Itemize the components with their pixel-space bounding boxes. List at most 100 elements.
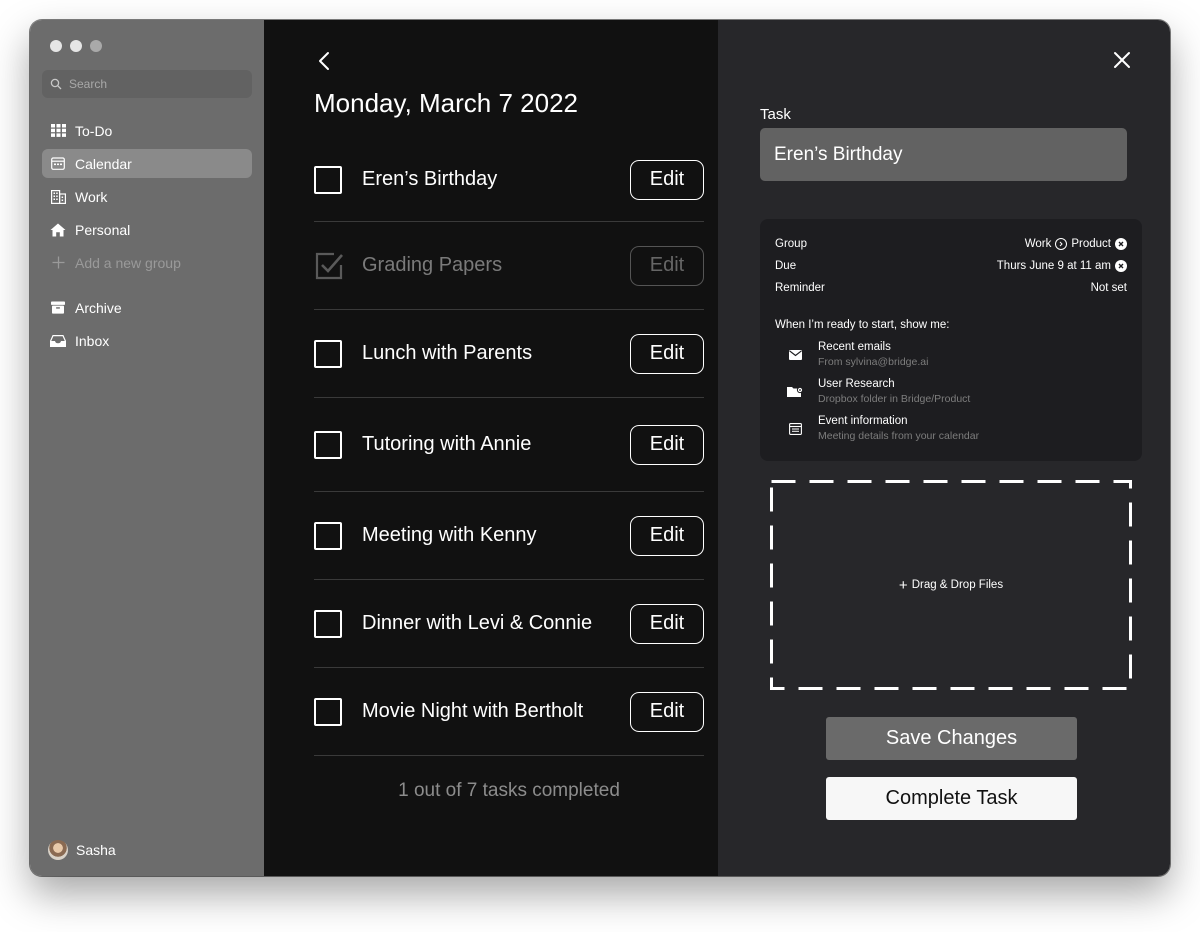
clear-due-icon[interactable] [1115, 260, 1127, 272]
file-drop-zone[interactable]: + Drag & Drop Files [770, 480, 1132, 690]
user-profile[interactable]: Sasha [48, 840, 116, 860]
user-name: Sasha [76, 842, 116, 858]
sidebar-item-label: Work [75, 188, 108, 205]
task-name: Eren’s Birthday [362, 168, 498, 190]
save-changes-button[interactable]: Save Changes [826, 717, 1077, 760]
sidebar-item-label: Calendar [75, 155, 132, 172]
sidebar-item-personal[interactable]: Personal [42, 215, 252, 244]
group-value: Work [1024, 238, 1052, 250]
task-row: Lunch with Parents Edit [314, 310, 704, 398]
resource-subtitle: Meeting details from your calendar [818, 430, 980, 442]
zoom-window-button[interactable] [90, 40, 102, 52]
task-row: Grading Papers Edit [314, 222, 704, 310]
drop-label: Drag & Drop Files [911, 579, 1004, 591]
home-icon [50, 222, 66, 238]
resource-subtitle: Dropbox folder in Bridge/Product [818, 393, 971, 405]
chevron-right-icon [1055, 238, 1068, 250]
group-sub-value: Product [1071, 238, 1111, 250]
task-name: Movie Night with Bertholt [362, 700, 584, 722]
search-input[interactable] [69, 77, 239, 91]
edit-task-button[interactable]: Edit [630, 603, 704, 644]
sidebar-item-inbox[interactable]: Inbox [42, 326, 252, 355]
task-checkbox[interactable] [314, 339, 342, 368]
sidebar-item-calendar[interactable]: Calendar [42, 149, 252, 178]
plus-icon [50, 255, 66, 271]
app-window: To-Do Calendar [30, 20, 1170, 876]
resources-heading: When I’m ready to start, show me: [775, 319, 950, 331]
search-box[interactable] [42, 70, 252, 98]
building-icon [50, 189, 66, 205]
sidebar-item-label: Archive [75, 299, 122, 316]
group-row: Group Work Product [775, 233, 1127, 255]
sidebar: To-Do Calendar [30, 20, 264, 876]
task-name: Dinner with Levi & Connie [362, 612, 593, 634]
inbox-icon [50, 333, 66, 349]
edit-task-button[interactable]: Edit [630, 691, 704, 732]
task-list-panel: Monday, March 7 2022 Eren’s Birthday Edi… [264, 20, 718, 876]
checked-checkbox-icon[interactable] [314, 251, 344, 281]
due-label: Due [775, 260, 797, 272]
task-checkbox[interactable] [314, 165, 342, 194]
task-row: Eren’s Birthday Edit [314, 138, 704, 222]
task-name: Meeting with Kenny [362, 524, 537, 546]
complete-task-button[interactable]: Complete Task [826, 777, 1077, 820]
close-window-button[interactable] [50, 40, 62, 52]
task-detail-panel: Task Group Work Product Due [718, 20, 1170, 876]
sidebar-item-label: Inbox [75, 332, 110, 349]
resource-title: Event information [818, 415, 908, 427]
task-checkbox[interactable] [314, 697, 342, 726]
task-name: Grading Papers [362, 254, 503, 276]
task-checkbox[interactable] [314, 609, 342, 638]
grid-icon [50, 123, 66, 139]
sidebar-item-label: Personal [75, 221, 131, 238]
task-checkbox[interactable] [314, 430, 342, 459]
task-list: Eren’s Birthday Edit Grading Papers Edit [314, 138, 704, 756]
task-row: Meeting with Kenny Edit [314, 492, 704, 580]
clear-group-icon[interactable] [1115, 238, 1127, 250]
edit-task-button[interactable]: Edit [630, 245, 704, 286]
archive-icon [50, 300, 66, 316]
task-row: Movie Night with Bertholt Edit [314, 668, 704, 756]
reminder-label: Reminder [775, 282, 825, 294]
task-name-input[interactable] [760, 128, 1127, 181]
avatar [48, 840, 68, 860]
mail-icon [787, 347, 803, 363]
window-controls [50, 40, 102, 52]
sidebar-nav: To-Do Calendar Work Personal Add a new g… [42, 116, 252, 359]
sidebar-item-label: To-Do [75, 122, 113, 139]
resource-subtitle: From sylvina@bridge.ai [818, 356, 929, 368]
sidebar-item-work[interactable]: Work [42, 182, 252, 211]
plus-icon: + [898, 576, 908, 594]
edit-task-button[interactable]: Edit [630, 333, 704, 374]
minimize-window-button[interactable] [70, 40, 82, 52]
resource-item[interactable]: Event information Meeting details from y… [787, 415, 1127, 442]
due-value[interactable]: Thurs June 9 at 11 am [997, 260, 1111, 272]
group-label: Group [775, 238, 807, 250]
calendar-icon [787, 421, 803, 437]
folder-icon [787, 384, 803, 400]
task-row: Dinner with Levi & Connie Edit [314, 580, 704, 668]
calendar-icon [50, 156, 66, 172]
sidebar-item-archive[interactable]: Archive [42, 293, 252, 322]
edit-task-button[interactable]: Edit [630, 424, 704, 465]
completion-summary: 1 out of 7 tasks completed [398, 780, 620, 801]
add-group-label: Add a new group [75, 254, 181, 271]
task-row: Tutoring with Annie Edit [314, 398, 704, 492]
edit-task-button[interactable]: Edit [630, 515, 704, 556]
resource-title: User Research [818, 378, 895, 390]
task-name: Tutoring with Annie [362, 433, 532, 455]
back-arrow-icon[interactable] [314, 50, 336, 72]
resource-item[interactable]: Recent emails From sylvina@bridge.ai [787, 341, 1127, 368]
resource-title: Recent emails [818, 341, 891, 353]
close-icon[interactable] [1112, 50, 1132, 70]
reminder-value[interactable]: Not set [1091, 282, 1127, 294]
search-icon [50, 78, 62, 90]
due-row: Due Thurs June 9 at 11 am [775, 255, 1127, 277]
resource-item[interactable]: User Research Dropbox folder in Bridge/P… [787, 378, 1127, 405]
task-info-card: Group Work Product Due Thurs June 9 at 1… [760, 219, 1142, 461]
task-checkbox[interactable] [314, 521, 342, 550]
page-title: Monday, March 7 2022 [314, 88, 578, 118]
add-group-button[interactable]: Add a new group [42, 248, 252, 277]
sidebar-item-todo[interactable]: To-Do [42, 116, 252, 145]
edit-task-button[interactable]: Edit [630, 159, 704, 200]
